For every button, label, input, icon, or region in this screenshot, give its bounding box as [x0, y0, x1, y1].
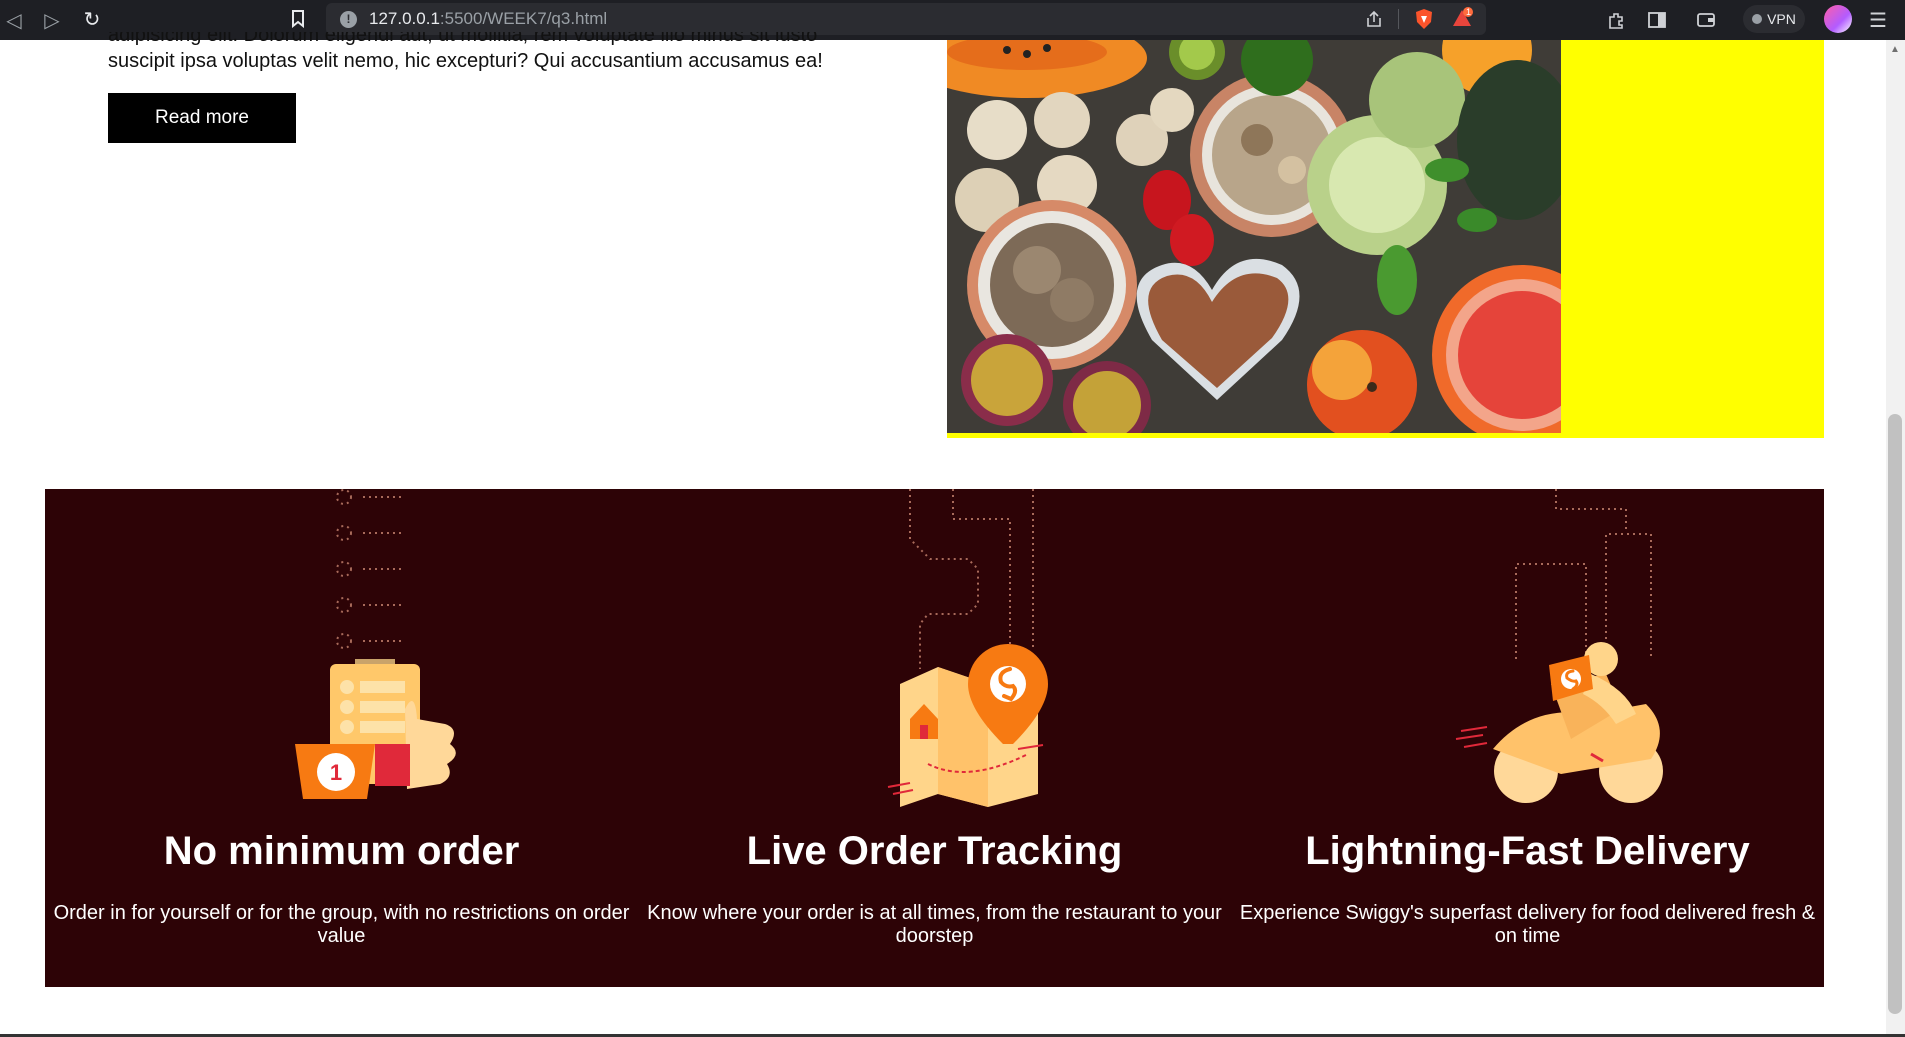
features-section: 1 No minimum order Order in for yourself…	[45, 489, 1824, 987]
extensions-icon[interactable]	[1604, 8, 1628, 32]
rewards-badge: 1	[1466, 7, 1472, 17]
brave-shield-icon[interactable]	[1412, 7, 1436, 31]
vpn-button[interactable]: VPN	[1743, 5, 1805, 33]
scroll-up-arrow-icon[interactable]: ▲	[1888, 44, 1902, 58]
wallet-icon[interactable]	[1694, 8, 1718, 32]
article-text-line: suscipit ipsa voluptas velit nemo, hic e…	[108, 50, 823, 72]
menu-icon[interactable]: ☰	[1866, 8, 1890, 32]
feature-description: Order in for yourself or for the group, …	[53, 902, 630, 947]
share-icon[interactable]	[1362, 7, 1386, 31]
delivery-scooter-icon	[1455, 489, 1663, 803]
feature-title: No minimum order	[163, 829, 520, 873]
feature-description: Experience Swiggy's superfast delivery f…	[1239, 902, 1816, 947]
site-info-icon[interactable]: !	[340, 10, 357, 28]
address-bar[interactable]: ! 127.0.0.1:5500/WEEK7/q3.html 1	[326, 3, 1486, 35]
map-pin-tracking-icon	[887, 489, 1048, 807]
url-path: :5500/WEEK7/q3.html	[439, 9, 608, 28]
read-more-button[interactable]: Read more	[108, 93, 296, 143]
forward-arrow-icon[interactable]: ▷	[38, 6, 66, 34]
profile-avatar[interactable]	[1824, 5, 1852, 33]
reload-icon[interactable]: ↻	[78, 5, 106, 33]
sidebar-icon[interactable]	[1645, 8, 1669, 32]
order-thumbs-up-icon: 1	[295, 489, 456, 799]
feature-description: Know where your order is at all times, f…	[647, 902, 1222, 947]
feature-lightning-fast-delivery: Lightning-Fast Delivery Experience Swigg…	[1231, 489, 1824, 987]
healthy-food-image	[947, 40, 1561, 433]
feature-title: Live Order Tracking	[746, 829, 1123, 873]
feature-title: Lightning-Fast Delivery	[1305, 829, 1750, 873]
vpn-status-icon	[1752, 14, 1763, 24]
back-arrow-icon[interactable]: ◁	[0, 6, 28, 34]
feature-live-order-tracking: Live Order Tracking Know where your orde…	[638, 489, 1231, 987]
url-host: 127.0.0.1	[369, 9, 440, 28]
vpn-label: VPN	[1767, 11, 1796, 27]
page-scrollbar-thumb[interactable]	[1888, 414, 1902, 1014]
order-badge-number: 1	[330, 760, 342, 785]
bookmark-icon[interactable]	[284, 5, 312, 33]
feature-no-minimum-order: 1 No minimum order Order in for yourself…	[45, 489, 638, 987]
